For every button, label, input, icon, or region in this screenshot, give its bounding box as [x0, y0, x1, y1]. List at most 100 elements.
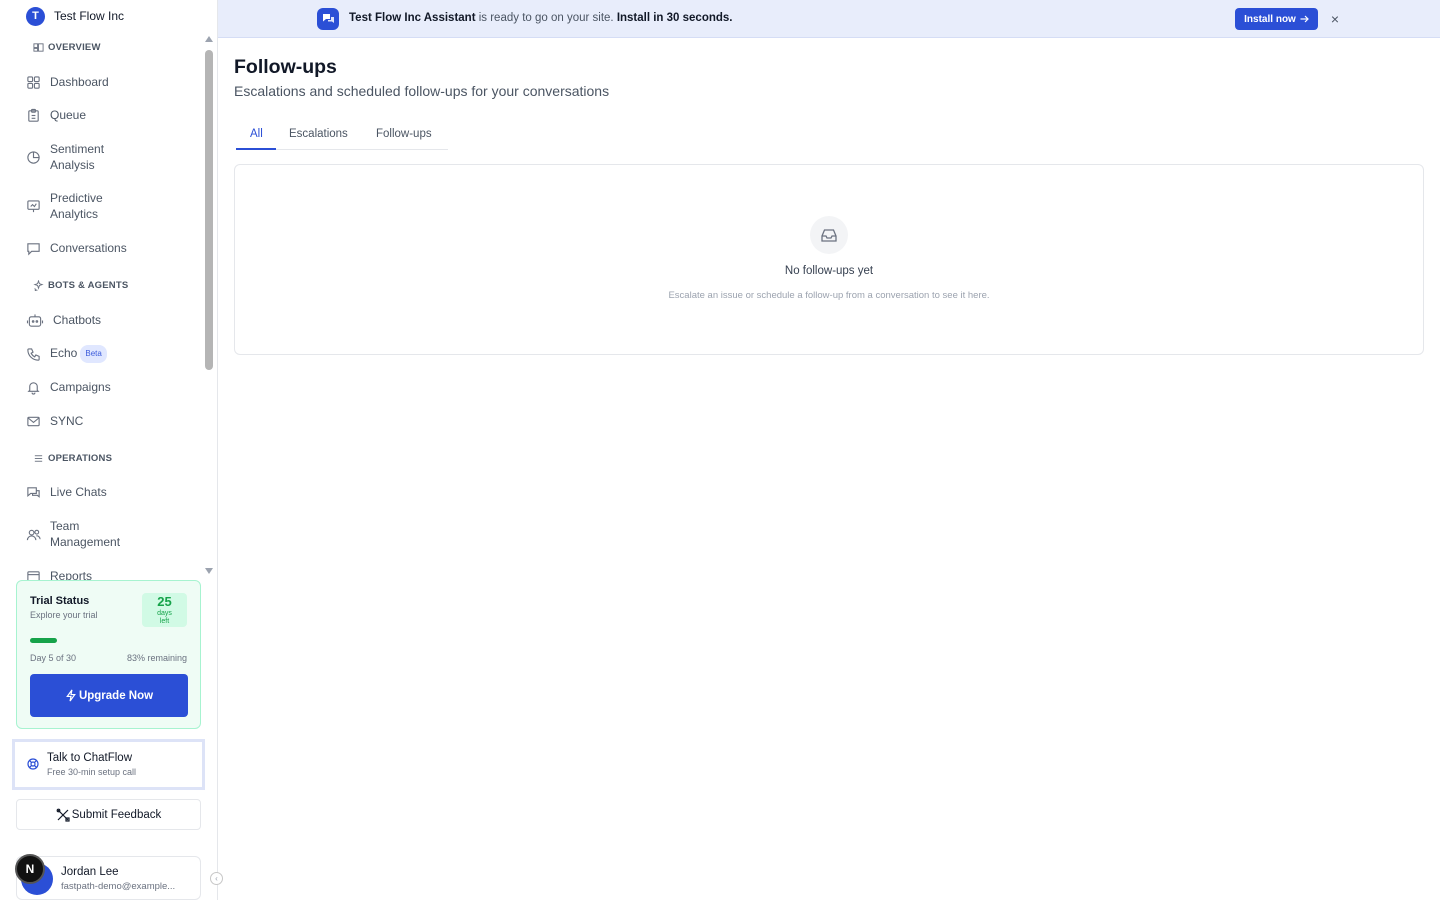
sidebar-item-conversations[interactable]: Conversations — [26, 240, 196, 256]
submit-feedback-button[interactable]: Submit Feedback — [16, 799, 201, 830]
assistant-name: Test Flow Inc Assistant — [349, 12, 476, 24]
close-banner-button[interactable]: × — [1328, 10, 1342, 28]
days-left-number: 25 — [157, 594, 172, 609]
sidebar-item-label: SYNC — [50, 414, 84, 428]
talk-title: Talk to ChatFlow — [47, 752, 133, 764]
bell-icon — [27, 381, 40, 395]
sparkles-icon — [33, 280, 44, 291]
sidebar-item-dashboard[interactable]: Dashboard — [26, 74, 196, 90]
submit-feedback-label: Submit Feedback — [71, 808, 162, 821]
n-badge[interactable]: N — [15, 854, 45, 884]
talk-subtitle: Free 30-min setup call — [47, 767, 137, 777]
label-line-1: Sentiment — [50, 142, 105, 156]
sidebar-item-label: Campaigns — [50, 380, 111, 394]
chats-icon — [27, 486, 40, 498]
collapse-sidebar-button[interactable]: ‹ — [210, 872, 223, 885]
user-name: Jordan Lee — [61, 866, 119, 878]
workspace-switcher[interactable]: T Test Flow Inc — [26, 6, 124, 26]
scroll-up-arrow[interactable] — [205, 36, 213, 42]
upgrade-now-label: Upgrade Now — [78, 689, 154, 702]
sidebar-item-label: Chatbots — [53, 313, 102, 327]
label-line-2: Analytics — [50, 207, 99, 221]
talk-to-chatflow-button[interactable]: Talk to ChatFlow Free 30-min setup call — [12, 739, 205, 790]
label-line-1: Predictive — [50, 191, 103, 205]
tools-icon — [56, 808, 70, 822]
phone-icon — [27, 347, 40, 361]
banner-cta-text: Install in 30 seconds. — [616, 12, 733, 24]
clipboard-icon — [28, 108, 39, 122]
sidebar-item-team-management[interactable]: Team Management — [26, 518, 196, 550]
sidebar-item-label: Dashboard — [50, 75, 109, 89]
bolt-icon — [66, 689, 76, 702]
empty-state-subtitle: Escalate an issue or schedule a follow-u… — [668, 290, 990, 301]
section-bots-label: BOTS & AGENTS — [48, 280, 129, 291]
list-icon — [34, 455, 43, 462]
sidebar-item-queue[interactable]: Queue — [26, 107, 196, 123]
sidebar: T Test Flow Inc OVERVIEW Dashboard Queue… — [0, 0, 218, 900]
label-line-2: Analysis — [50, 158, 95, 172]
trial-progress-fill — [30, 638, 57, 643]
sidebar-scrollbar[interactable] — [204, 36, 214, 576]
banner-body: is ready to go on your site. — [475, 12, 617, 24]
page-title: Follow-ups — [234, 56, 337, 78]
sidebar-item-predictive-analytics[interactable]: Predictive Analytics — [26, 190, 196, 222]
trial-title: Trial Status — [30, 595, 90, 607]
layout-icon — [33, 43, 44, 52]
sidebar-item-sentiment-analysis[interactable]: Sentiment Analysis — [26, 141, 196, 173]
section-operations-label: OPERATIONS — [48, 453, 113, 464]
user-email: fastpath-demo@example... — [61, 881, 176, 892]
sidebar-item-label: Conversations — [50, 241, 127, 255]
chevron-left-icon: ‹ — [215, 874, 218, 883]
trial-subtitle: Explore your trial — [30, 610, 98, 620]
upgrade-now-button[interactable]: Upgrade Now — [30, 674, 188, 717]
chat-bubbles-icon — [317, 8, 339, 30]
sidebar-item-label: Queue — [50, 108, 87, 122]
sidebar-item-label: Team Management — [50, 518, 120, 550]
mail-icon — [27, 416, 40, 426]
sidebar-item-campaigns[interactable]: Campaigns — [26, 379, 196, 395]
tab-all[interactable]: All — [250, 128, 263, 140]
presentation-icon — [27, 199, 40, 212]
users-icon — [26, 529, 41, 540]
empty-state-title: No follow-ups yet — [784, 265, 874, 277]
banner-message: Test Flow Inc Assistant is ready to go o… — [349, 12, 733, 24]
tab-follow-ups[interactable]: Follow-ups — [376, 128, 432, 140]
section-overview-label: OVERVIEW — [48, 42, 101, 53]
sidebar-item-label: Predictive Analytics — [50, 190, 103, 222]
message-icon — [27, 242, 40, 255]
beta-badge: Beta — [80, 345, 107, 363]
pie-chart-icon — [27, 150, 40, 164]
sidebar-item-chatbots[interactable]: Chatbots — [26, 312, 196, 328]
section-bots-agents: BOTS & AGENTS — [33, 280, 128, 291]
arrow-right-icon — [1300, 15, 1309, 23]
scroll-thumb[interactable] — [205, 50, 213, 370]
tab-escalations[interactable]: Escalations — [289, 128, 348, 140]
label-line-1: Team — [50, 519, 80, 533]
sidebar-item-label: Sentiment Analysis — [50, 141, 104, 173]
trial-progress-bar — [30, 638, 187, 643]
follow-up-tabs: All Escalations Follow-ups — [236, 124, 448, 150]
section-operations: OPERATIONS — [33, 453, 112, 464]
install-now-button[interactable]: Install now — [1235, 8, 1318, 30]
install-now-label: Install now — [1244, 13, 1296, 25]
bot-icon — [26, 313, 44, 327]
sidebar-item-sync[interactable]: SYNC — [26, 413, 196, 429]
label-line-2: Management — [50, 535, 121, 549]
workspace-name: Test Flow Inc — [54, 9, 125, 23]
active-tab-indicator — [236, 148, 276, 150]
install-banner: Test Flow Inc Assistant is ready to go o… — [218, 0, 1440, 38]
sidebar-item-label: Echo Beta — [50, 345, 107, 363]
empty-state-card: No follow-ups yet Escalate an issue or s… — [234, 164, 1424, 355]
section-overview: OVERVIEW — [33, 42, 101, 53]
trial-status-card: Trial Status Explore your trial 25 days … — [16, 580, 201, 729]
sidebar-item-live-chats[interactable]: Live Chats — [26, 484, 196, 500]
trial-day-text: Day 5 of 30 — [30, 653, 77, 663]
scroll-down-arrow[interactable] — [205, 568, 213, 574]
grid-icon — [27, 75, 40, 89]
lifebuoy-icon — [27, 758, 39, 770]
inbox-icon — [810, 216, 848, 254]
sidebar-item-label: Live Chats — [50, 485, 107, 499]
sidebar-item-echo[interactable]: Echo Beta — [26, 345, 196, 363]
sidebar-nav[interactable]: OVERVIEW Dashboard Queue Sentiment Analys… — [0, 36, 204, 582]
days-left-badge: 25 days left — [142, 593, 187, 627]
